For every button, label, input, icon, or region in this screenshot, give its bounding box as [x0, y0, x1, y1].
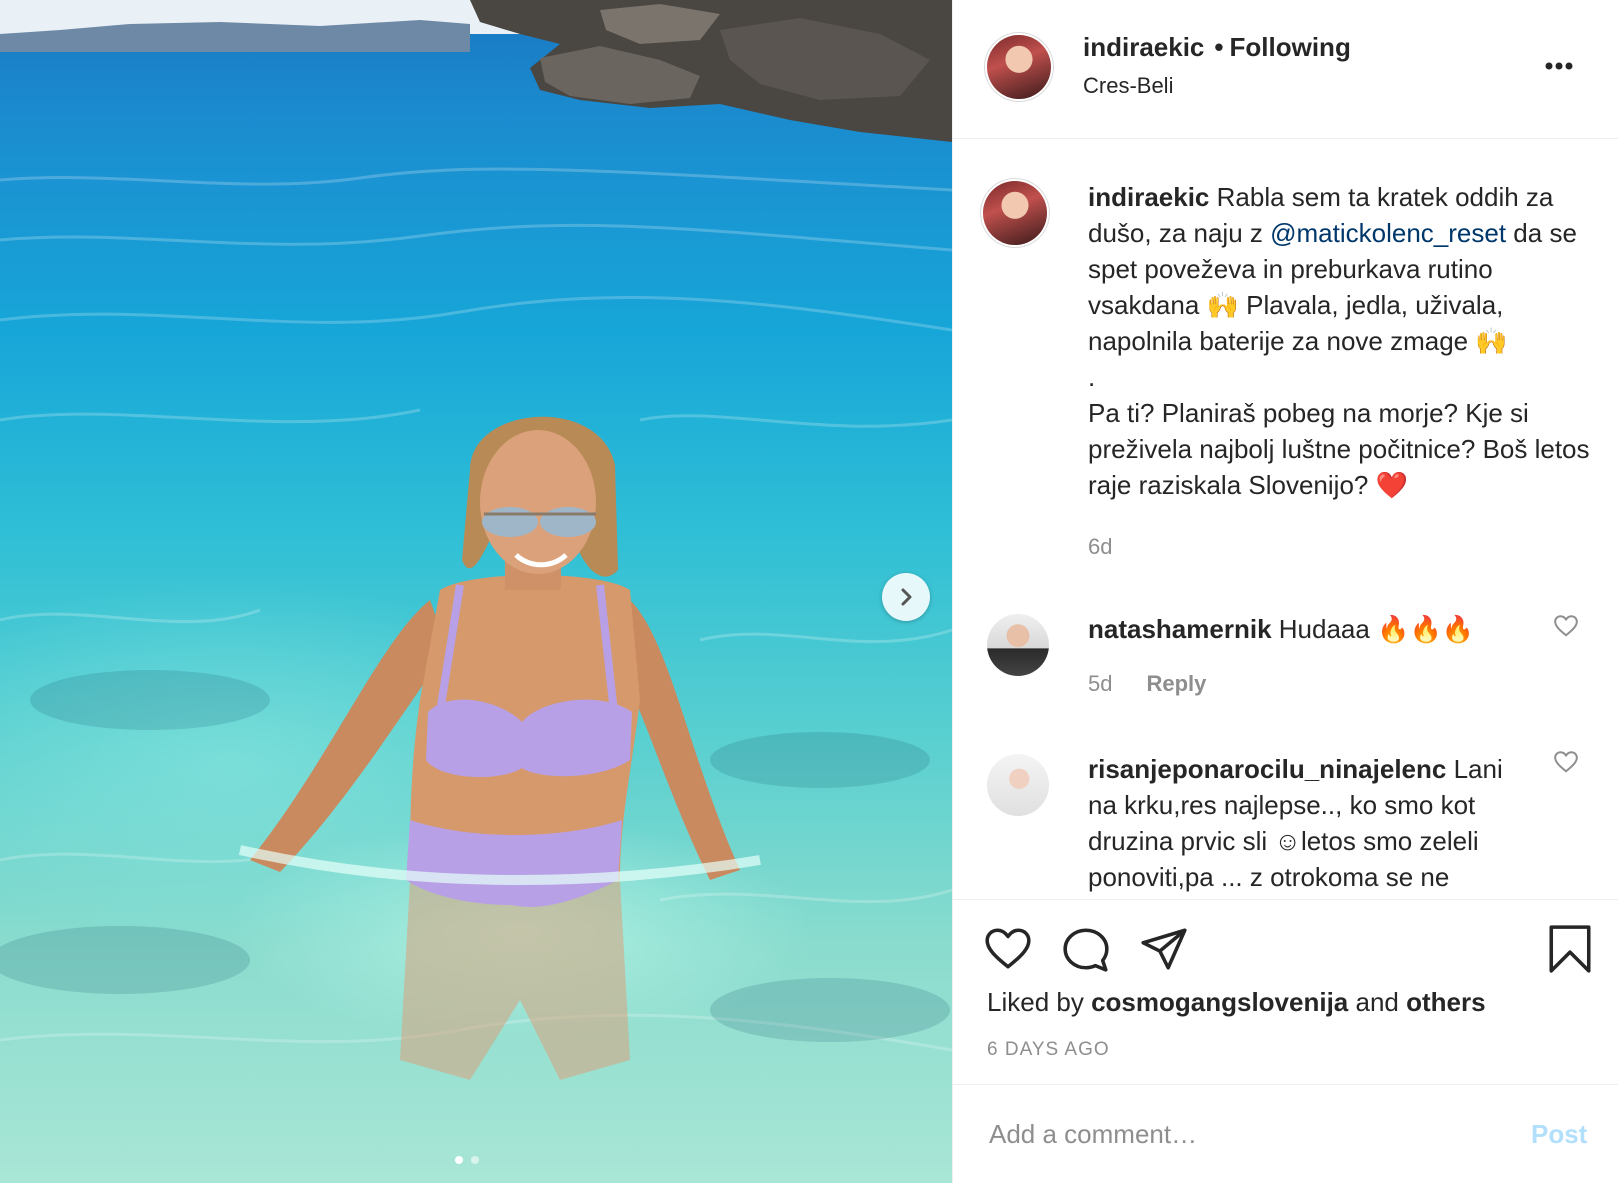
comment-meta: 5d Reply — [1088, 671, 1206, 697]
swimmer-figure — [238, 416, 761, 1080]
caption-mention-link[interactable]: @matickolenc_reset — [1270, 218, 1506, 248]
commenter-avatar[interactable] — [987, 754, 1049, 816]
carousel-indicator — [455, 1156, 479, 1164]
post-location[interactable]: Cres-Beli — [1083, 73, 1173, 99]
post-timestamp[interactable]: 6 DAYS AGO — [987, 1039, 1110, 1061]
caption-username[interactable]: indiraekic — [1088, 182, 1209, 212]
following-button[interactable]: Following — [1230, 32, 1351, 62]
post-caption: indiraekic Rabla sem ta kratek oddih za … — [1088, 179, 1598, 503]
post-header: indiraekic • Following Cres-Beli — [953, 0, 1618, 139]
post-comment-button[interactable]: Post — [1531, 1119, 1587, 1150]
comment-like-heart-icon[interactable] — [1553, 613, 1579, 639]
likes-summary: Liked by cosmogangslovenija and others — [987, 987, 1486, 1018]
instagram-post-view: indiraekic • Following Cres-Beli indiraeki… — [0, 0, 1618, 1183]
comment-username[interactable]: natashamernik — [1088, 614, 1272, 644]
comment-like-heart-icon[interactable] — [1553, 749, 1579, 775]
liked-by-user[interactable]: cosmogangslovenija — [1091, 987, 1348, 1017]
more-options-icon[interactable] — [1539, 56, 1579, 76]
comment-text: Hudaaa 🔥🔥🔥 — [1278, 614, 1475, 644]
author-username[interactable]: indiraekic — [1083, 32, 1204, 62]
post-actions: Liked by cosmogangslovenija and others 6… — [953, 899, 1618, 1085]
photo-scene — [0, 0, 952, 1080]
chevron-right-icon — [901, 588, 912, 606]
next-photo-button[interactable] — [882, 573, 930, 621]
caption-dot-line: . — [1088, 362, 1096, 392]
liked-by-others[interactable]: others — [1406, 987, 1485, 1017]
caption-question: Pa ti? Planiraš pobeg na morje? Kje si p… — [1088, 398, 1590, 500]
comment-input[interactable] — [987, 1107, 1471, 1161]
post-details-panel: indiraekic • Following Cres-Beli indiraeki… — [952, 0, 1618, 1183]
carousel-dot — [471, 1156, 479, 1164]
author-avatar[interactable] — [987, 35, 1051, 99]
comment-item: risanjeponarocilu_ninajelenc Lani na krk… — [1088, 751, 1538, 895]
reply-button[interactable]: Reply — [1146, 671, 1206, 696]
bookmark-icon[interactable] — [1545, 924, 1595, 974]
likes-connector: and — [1355, 987, 1399, 1017]
commenter-avatar[interactable] — [987, 614, 1049, 676]
share-icon[interactable] — [1139, 924, 1189, 974]
comment-item: natashamernik Hudaaa 🔥🔥🔥 — [1088, 611, 1538, 647]
heart-icon[interactable] — [983, 924, 1033, 974]
add-comment-bar: Post — [953, 1084, 1618, 1184]
comments-list[interactable]: indiraekic Rabla sem ta kratek oddih za … — [953, 139, 1618, 899]
header-separator: • — [1214, 32, 1224, 62]
comment-username[interactable]: risanjeponarocilu_ninajelenc — [1088, 754, 1446, 784]
comment-icon[interactable] — [1061, 924, 1111, 974]
carousel-dot-active — [455, 1156, 463, 1164]
comment-timestamp[interactable]: 5d — [1088, 671, 1112, 696]
caption-author-avatar[interactable] — [983, 181, 1047, 245]
caption-timestamp[interactable]: 6d — [1088, 534, 1112, 560]
likes-prefix: Liked by — [987, 987, 1084, 1017]
author-line: indiraekic • Following — [1083, 32, 1351, 63]
post-photo[interactable] — [0, 0, 952, 1183]
